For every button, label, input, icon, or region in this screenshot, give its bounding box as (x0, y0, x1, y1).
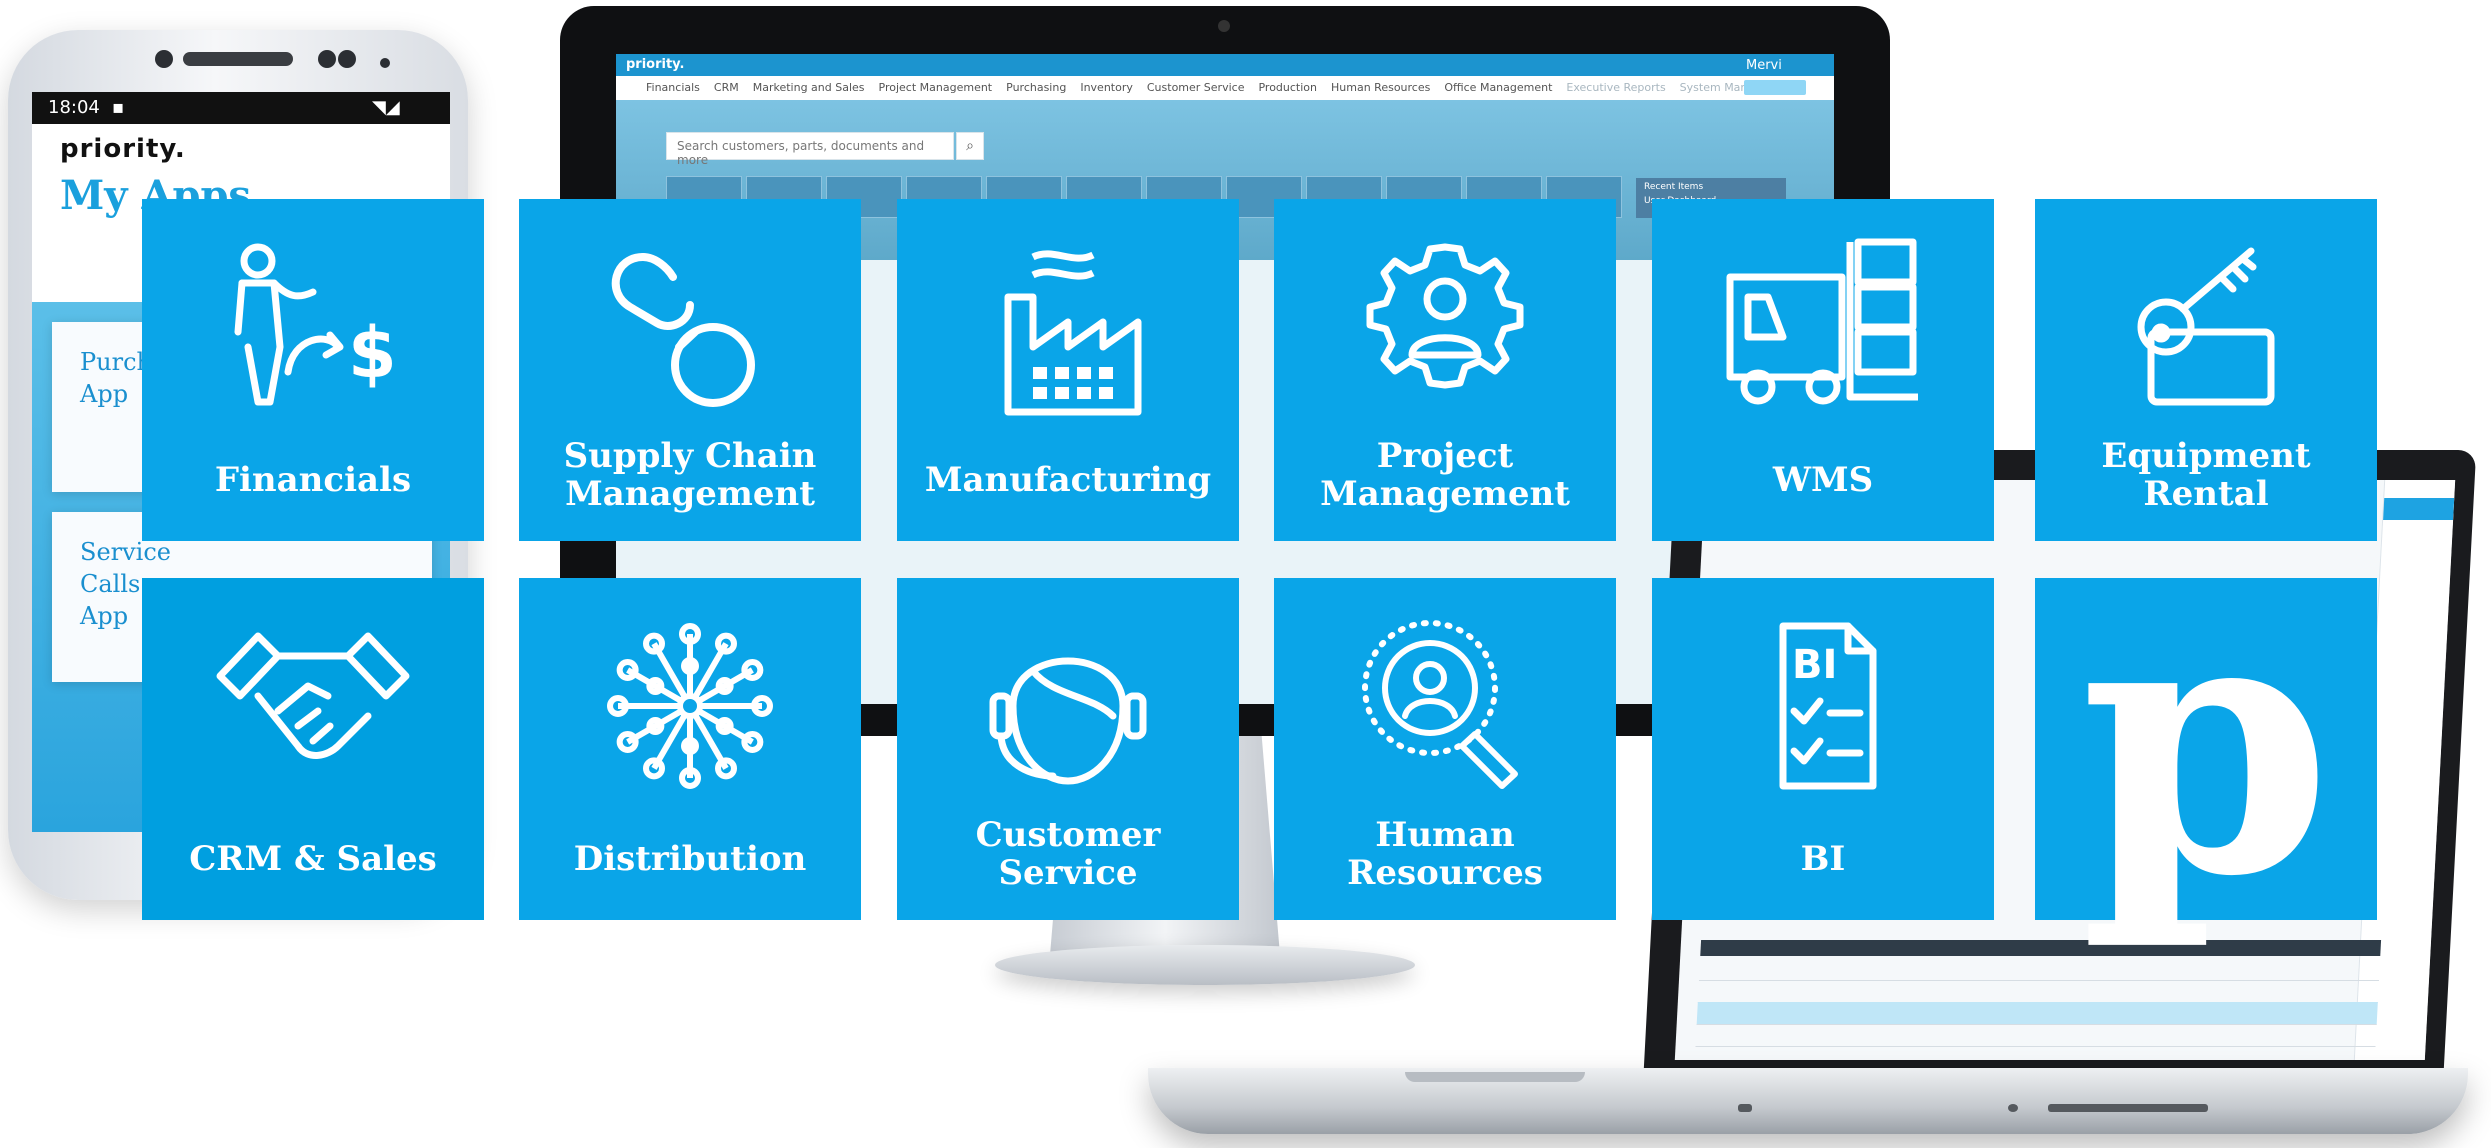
tile-label-line: Service (998, 853, 1138, 893)
tile-label-line: WMS (1772, 460, 1874, 500)
tile-label: Human Resources (1274, 816, 1616, 892)
tile-label-line: Management (1320, 474, 1570, 514)
module-grid: $ Financials Supply Chain Management Manu… (0, 0, 2491, 1148)
tile-label: WMS (1652, 461, 1994, 499)
network-icon (607, 623, 773, 789)
tile-label-line: Manufacturing (924, 460, 1212, 500)
handshake-icon (216, 632, 410, 759)
svg-text:$: $ (348, 312, 397, 394)
chain-link-icon (611, 253, 755, 407)
tile-label: Customer Service (897, 816, 1239, 892)
tile-label: CRM & Sales (142, 840, 484, 878)
svg-text:BI: BI (1792, 642, 1837, 688)
tile-label: Supply Chain Management (519, 437, 861, 513)
tile-priority-logo[interactable]: p (2035, 532, 2377, 955)
tile-label-line: Customer (975, 815, 1161, 855)
tile-bi[interactable]: BI BI (1652, 578, 1994, 920)
tile-label-line: Project (1376, 436, 1514, 476)
tile-label-line: Resources (1347, 853, 1543, 893)
tile-label-line: Financials (214, 460, 412, 500)
bi-report-icon: BI (1779, 622, 1877, 790)
tile-label: Distribution (519, 840, 861, 878)
tile-label-line: CRM & Sales (189, 839, 437, 879)
tile-label-line: Rental (2143, 474, 2269, 514)
tile-label-line: Equipment (2101, 436, 2311, 476)
tile-label: Project Management (1274, 437, 1616, 513)
tile-manufacturing[interactable]: Manufacturing (897, 199, 1239, 541)
headset-agent-icon (989, 657, 1147, 785)
tile-distribution[interactable]: Distribution (519, 578, 861, 920)
forklift-icon (1726, 238, 1918, 405)
tile-human-resources[interactable]: Human Resources (1274, 578, 1616, 920)
key-tag-icon (2137, 247, 2275, 406)
tile-crm-sales[interactable]: CRM & Sales (142, 578, 484, 920)
tile-supply-chain[interactable]: Supply Chain Management (519, 199, 861, 541)
tile-customer-service[interactable]: Customer Service (897, 578, 1239, 920)
financials-icon: $ (234, 243, 397, 406)
tile-wms[interactable]: WMS (1652, 199, 1994, 541)
tile-equipment-rental[interactable]: Equipment Rental (2035, 199, 2377, 541)
tile-label: Manufacturing (897, 461, 1239, 499)
tile-financials[interactable]: $ Financials (142, 199, 484, 541)
tile-label-line: BI (1800, 839, 1846, 879)
tile-label: Financials (142, 461, 484, 499)
gear-person-icon (1366, 243, 1524, 389)
tile-label: Equipment Rental (2035, 437, 2377, 513)
tile-label-line: Supply Chain (563, 436, 817, 476)
priority-p-logo: p (2080, 532, 2332, 955)
magnifier-person-icon (1362, 620, 1518, 789)
tile-project-management[interactable]: Project Management (1274, 199, 1616, 541)
tile-label-line: Distribution (573, 839, 807, 879)
factory-icon (1004, 250, 1142, 416)
tile-label-line: Human (1375, 815, 1515, 855)
tile-label: BI (1652, 840, 1994, 878)
tile-label-line: Management (565, 474, 815, 514)
